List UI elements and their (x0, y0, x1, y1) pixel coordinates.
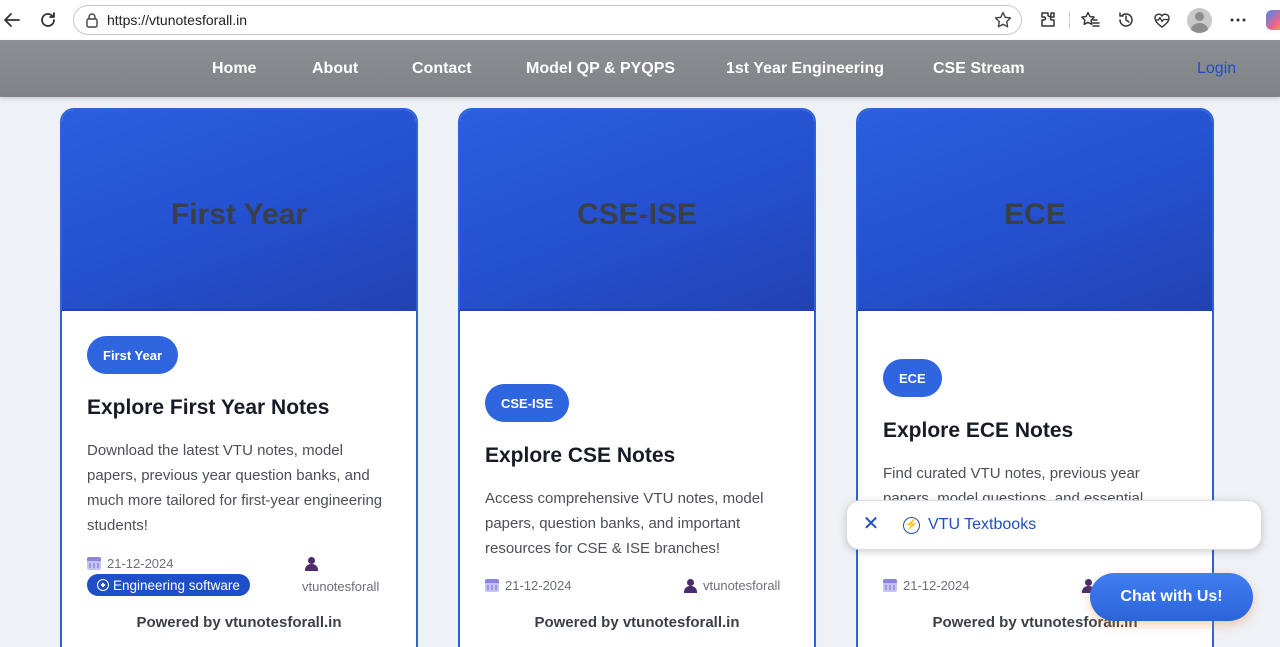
engineering-software-tag[interactable]: Engineering software (87, 574, 250, 596)
user-icon (684, 578, 697, 593)
card-description: Download the latest VTU notes, model pap… (87, 442, 383, 534)
lock-icon (84, 12, 100, 28)
vtu-textbooks-link[interactable]: VTU Textbooks (928, 516, 1036, 534)
category-badge[interactable]: First Year (87, 336, 179, 374)
calendar-icon (485, 579, 499, 592)
nav-model-qp-link[interactable]: Model QP & PYQPS (526, 60, 675, 78)
plus-circle-icon (97, 579, 109, 591)
engineering-software-label: Engineering software (113, 577, 240, 593)
card-hero-title: CSE-ISE (576, 198, 698, 231)
card-hero-banner: CSE-ISE (460, 110, 814, 311)
reload-icon[interactable] (36, 8, 60, 32)
card-title[interactable]: Explore ECE Notes (883, 419, 1073, 443)
favorite-star-icon[interactable] (993, 10, 1013, 30)
address-bar[interactable]: https://vtunotesforall.in (73, 5, 1022, 35)
chat-with-us-button[interactable]: Chat with Us! (1090, 573, 1253, 621)
profile-avatar[interactable] (1187, 8, 1212, 33)
calendar-icon (87, 557, 101, 570)
url-text: https://vtunotesforall.in (107, 12, 248, 28)
user-icon (305, 557, 318, 571)
calendar-icon (883, 579, 897, 592)
category-badge[interactable]: ECE (883, 359, 942, 397)
nav-first-year-link[interactable]: 1st Year Engineering (726, 60, 884, 78)
close-icon[interactable]: ✕ (862, 514, 880, 534)
powered-by-text: Powered by vtunotesforall.in (136, 614, 342, 631)
back-icon[interactable] (0, 8, 24, 32)
card-title[interactable]: Explore CSE Notes (485, 444, 675, 468)
card-author: vtunotesforall (302, 579, 379, 594)
nav-cse-stream-link[interactable]: CSE Stream (933, 60, 1025, 78)
extensions-icon[interactable] (1037, 9, 1059, 31)
card-ece[interactable]: ECE ECE Explore ECE Notes Find curated V… (856, 108, 1214, 647)
card-date-text: 21-12-2024 (107, 556, 174, 571)
browser-toolbar: https://vtunotesforall.in (0, 0, 1280, 40)
powered-by-text: Powered by vtunotesforall.in (534, 614, 740, 631)
nav-about-link[interactable]: About (312, 60, 358, 78)
card-first-year[interactable]: First Year First Year Explore First Year… (60, 108, 418, 647)
card-author-text: vtunotesforall (302, 579, 380, 594)
card-date: 21-12-2024 (485, 578, 572, 593)
card-date-text: 21-12-2024 (505, 578, 572, 593)
card-hero-banner: First Year (62, 110, 416, 311)
card-title[interactable]: Explore First Year Notes (87, 396, 329, 420)
card-hero-banner: ECE (858, 110, 1212, 311)
card-cse-ise[interactable]: CSE-ISE CSE-ISE Explore CSE Notes Access… (458, 108, 816, 647)
suggestion-popup: ✕ ⚡ VTU Textbooks (846, 500, 1262, 550)
card-author: vtunotesforall (684, 578, 780, 593)
nav-contact-link[interactable]: Contact (412, 60, 472, 78)
card-hero-title: ECE (1004, 198, 1066, 231)
nav-home-link[interactable]: Home (212, 60, 256, 78)
card-description: Access comprehensive VTU notes, model pa… (485, 490, 764, 557)
history-icon[interactable] (1115, 9, 1137, 31)
card-hero-title: First Year (170, 198, 308, 231)
card-date: 21-12-2024 (883, 578, 970, 593)
toolbar-divider (1069, 11, 1070, 29)
more-menu-icon[interactable] (1227, 9, 1249, 31)
card-date: 21-12-2024 (87, 556, 174, 571)
favorites-icon[interactable] (1079, 9, 1101, 31)
browser-essentials-icon[interactable] (1151, 9, 1173, 31)
card-author-text: vtunotesforall (703, 578, 781, 593)
lightning-icon: ⚡ (903, 517, 920, 534)
category-badge[interactable]: CSE-ISE (485, 384, 570, 422)
login-link[interactable]: Login (1197, 60, 1236, 78)
copilot-icon[interactable] (1266, 10, 1280, 30)
card-date-text: 21-12-2024 (903, 578, 970, 593)
site-header: Home About Contact Model QP & PYQPS 1st … (0, 40, 1280, 97)
